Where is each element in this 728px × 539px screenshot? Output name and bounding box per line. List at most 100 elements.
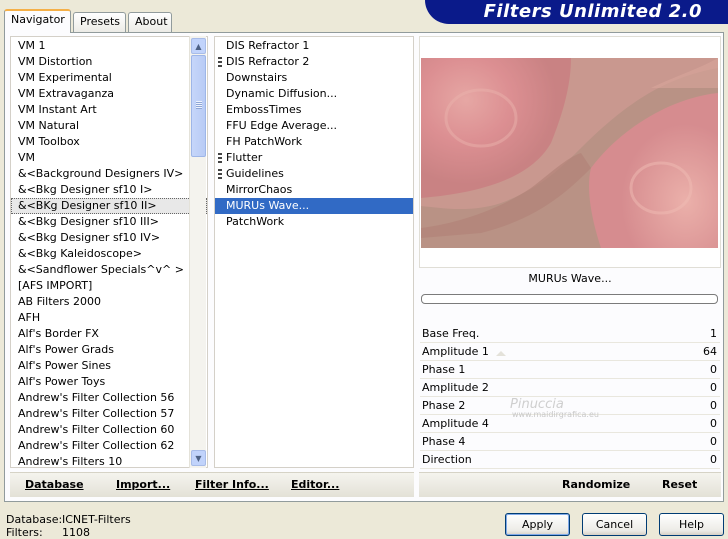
category-item[interactable]: &<Bkg Designer sf10 I> [11, 182, 207, 198]
param-value[interactable]: 0 [710, 399, 717, 412]
tab-presets[interactable]: Presets [73, 12, 126, 32]
category-item[interactable]: &<Background Designers IV> [11, 166, 207, 182]
preview-wave-image [421, 58, 718, 248]
filter-item[interactable]: Downstairs [215, 70, 413, 86]
param-label: Amplitude 1 [422, 345, 489, 358]
reset-button[interactable]: Reset [662, 478, 697, 491]
banner: Filters Unlimited 2.0 [425, 0, 728, 24]
category-item[interactable]: &<Sandflower Specials^v^ > [11, 262, 207, 278]
filter-item[interactable]: DIS Refractor 2 [215, 54, 413, 70]
filter-info-button[interactable]: Filter Info... [195, 478, 269, 491]
group-marker-icon [218, 57, 222, 67]
param-value[interactable]: 0 [710, 453, 717, 466]
filter-item[interactable]: Guidelines [215, 166, 413, 182]
preview-filter-name: MURUs Wave... [528, 272, 612, 285]
filter-item-label: PatchWork [226, 215, 285, 228]
category-item[interactable]: VM Natural [11, 118, 207, 134]
filter-item[interactable]: PatchWork [215, 214, 413, 230]
database-button[interactable]: Database [25, 478, 84, 491]
category-item[interactable]: &<Bkg Kaleidoscope> [11, 246, 207, 262]
category-item[interactable]: Alf's Border FX [11, 326, 207, 342]
category-list[interactable]: VM 1 VM Distortion VM Experimental VM Extra… [10, 36, 208, 468]
filter-item[interactable]: DIS Refractor 1 [215, 38, 413, 54]
category-item[interactable]: Alf's Power Sines [11, 358, 207, 374]
scroll-down-icon[interactable]: ▼ [191, 450, 206, 466]
import-button[interactable]: Import... [116, 478, 170, 491]
category-item[interactable]: Andrew's Filters 10 [11, 454, 207, 467]
editor-button[interactable]: Editor... [291, 478, 339, 491]
banner-title: Filters Unlimited 2.0 [483, 1, 702, 22]
grip-icon [196, 101, 202, 109]
category-item[interactable]: &<BKg Designer sf10 II> [11, 198, 207, 214]
category-item[interactable]: Andrew's Filter Collection 57 [11, 406, 207, 422]
filter-info-label: Filter Info... [195, 478, 269, 491]
param-row[interactable]: Phase 4 0 [420, 433, 720, 451]
category-item[interactable]: &<Bkg Designer sf10 IV> [11, 230, 207, 246]
filters-count-value: 1108 [62, 526, 90, 539]
filter-list[interactable]: DIS Refractor 1 DIS Refractor 2 Downstairs… [214, 36, 414, 468]
category-item[interactable]: VM Extravaganza [11, 86, 207, 102]
param-row[interactable]: Direction 0 [420, 451, 720, 469]
progress-bar [421, 294, 718, 304]
param-row[interactable]: Base Freq. 1 [420, 325, 720, 343]
database-info-value: ICNET-Filters [62, 513, 131, 526]
filter-item-label: Downstairs [226, 71, 288, 84]
param-value[interactable]: 0 [710, 381, 717, 394]
tab-about[interactable]: About [128, 12, 172, 32]
filter-item[interactable]: FFU Edge Average... [215, 118, 413, 134]
param-label: Direction [422, 453, 472, 466]
category-item[interactable]: &<Bkg Designer sf10 III> [11, 214, 207, 230]
param-row[interactable]: Amplitude 1 64 [420, 343, 720, 361]
param-value[interactable]: 0 [710, 363, 717, 376]
filter-item[interactable]: Flutter [215, 150, 413, 166]
category-item[interactable]: Alf's Power Toys [11, 374, 207, 390]
filter-item[interactable]: EmbossTimes [215, 102, 413, 118]
category-item[interactable]: VM 1 [11, 38, 207, 54]
category-item[interactable]: VM Instant Art [11, 102, 207, 118]
category-item[interactable]: AFH [11, 310, 207, 326]
category-item[interactable]: VM Toolbox [11, 134, 207, 150]
scroll-thumb[interactable] [191, 55, 206, 157]
slider-thumb-icon[interactable] [496, 351, 506, 356]
category-item[interactable]: VM Distortion [11, 54, 207, 70]
category-item[interactable]: VM [11, 150, 207, 166]
filter-item-label: DIS Refractor 2 [226, 55, 310, 68]
category-item[interactable]: AB Filters 2000 [11, 294, 207, 310]
filter-item[interactable]: MURUs Wave... [215, 198, 413, 214]
filter-item[interactable]: FH PatchWork [215, 134, 413, 150]
param-label: Amplitude 2 [422, 381, 489, 394]
param-value[interactable]: 1 [710, 327, 717, 340]
randomize-button[interactable]: Randomize [562, 478, 630, 491]
param-value[interactable]: 0 [710, 435, 717, 448]
apply-button[interactable]: Apply [505, 513, 570, 536]
category-scrollbar[interactable]: ▲ ▼ [189, 36, 206, 468]
param-value[interactable]: 0 [710, 417, 717, 430]
param-value[interactable]: 64 [703, 345, 717, 358]
cancel-button[interactable]: Cancel [582, 513, 647, 536]
filter-item-label: MURUs Wave... [226, 199, 310, 212]
preview-image[interactable] [421, 58, 718, 248]
category-item[interactable]: Andrew's Filter Collection 60 [11, 422, 207, 438]
filter-items: DIS Refractor 1 DIS Refractor 2 Downstairs… [215, 38, 413, 230]
filter-item-label: Guidelines [226, 167, 284, 180]
param-row[interactable]: Amplitude 2 0 [420, 379, 720, 397]
param-label: Amplitude 4 [422, 417, 489, 430]
category-item[interactable]: Alf's Power Grads [11, 342, 207, 358]
filters-unlimited-dialog: Filters Unlimited 2.0 Navigator Presets … [0, 0, 728, 539]
category-item[interactable]: Andrew's Filter Collection 56 [11, 390, 207, 406]
filter-item[interactable]: Dynamic Diffusion... [215, 86, 413, 102]
left-action-strip: Database Import... Filter Info... Editor… [10, 472, 414, 497]
category-item[interactable]: VM Experimental [11, 70, 207, 86]
tab-navigator[interactable]: Navigator [4, 9, 71, 33]
scroll-up-icon[interactable]: ▲ [191, 38, 206, 54]
category-item[interactable]: [AFS IMPORT] [11, 278, 207, 294]
help-button[interactable]: Help [659, 513, 724, 536]
param-label: Phase 1 [422, 363, 466, 376]
watermark-url: www.maidirgrafica.eu [512, 410, 599, 419]
right-action-strip: Randomize Reset [419, 472, 721, 497]
filter-item[interactable]: MirrorChaos [215, 182, 413, 198]
param-row[interactable]: Phase 1 0 [420, 361, 720, 379]
filter-item-label: Flutter [226, 151, 263, 164]
parameters-panel: Base Freq. 1 Amplitude 1 64 Phase 1 0 Amplitud… [420, 325, 720, 469]
category-item[interactable]: Andrew's Filter Collection 62 [11, 438, 207, 454]
